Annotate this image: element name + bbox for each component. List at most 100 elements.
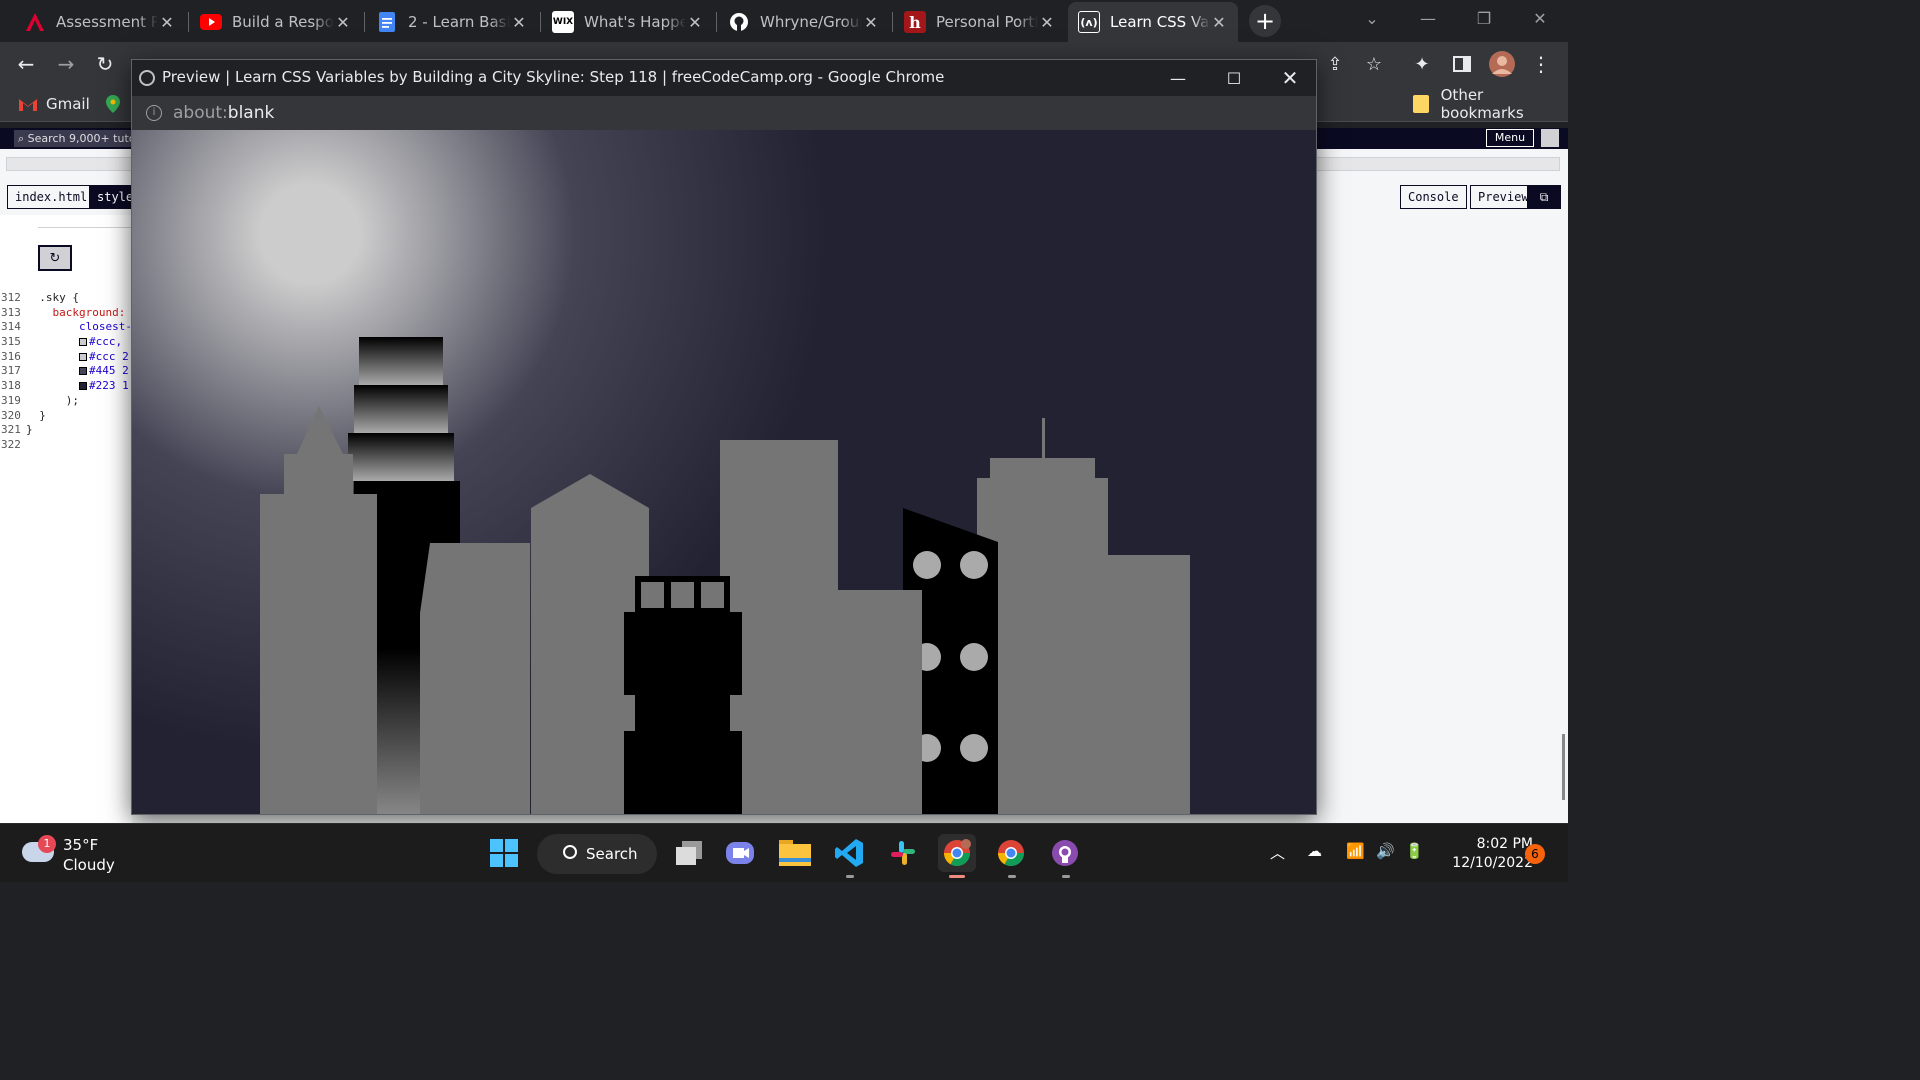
volume-icon[interactable]: 🔊 bbox=[1376, 842, 1395, 860]
weather-widget[interactable]: 1 35°F Cloudy bbox=[22, 834, 162, 874]
minimize-icon[interactable]: — bbox=[1400, 0, 1456, 36]
line-number: 321 bbox=[1, 423, 21, 437]
popup-minimize-icon[interactable]: — bbox=[1150, 60, 1206, 96]
slack-icon[interactable] bbox=[884, 834, 922, 872]
teams-chat-icon[interactable] bbox=[722, 834, 760, 872]
tab-search-icon[interactable]: ⌄ bbox=[1344, 0, 1400, 36]
close-tab-icon[interactable]: ✕ bbox=[1038, 13, 1056, 32]
vscode-icon[interactable] bbox=[830, 834, 868, 872]
info-icon[interactable]: i bbox=[146, 105, 162, 121]
close-tab-icon[interactable]: ✕ bbox=[334, 13, 352, 32]
code-text: closest- bbox=[26, 320, 132, 334]
close-tab-icon[interactable]: ✕ bbox=[1210, 13, 1228, 32]
search-placeholder: Search 9,000+ tutorials bbox=[27, 132, 132, 145]
bookmark-gmail[interactable]: Gmail bbox=[18, 92, 90, 116]
close-tab-icon[interactable]: ✕ bbox=[686, 13, 704, 32]
profile-avatar[interactable] bbox=[1488, 50, 1516, 78]
google-maps-icon bbox=[106, 95, 120, 113]
line-number: 320 bbox=[1, 408, 21, 422]
bookmark-maps[interactable] bbox=[106, 92, 120, 116]
code-value: #445 2 bbox=[88, 364, 129, 378]
popup-title: Preview | Learn CSS Variables by Buildin… bbox=[162, 68, 945, 86]
fcc-menu-button[interactable]: Menu bbox=[1486, 129, 1534, 147]
popup-address-bar[interactable]: i about:blank bbox=[132, 96, 1316, 130]
running-indicator bbox=[1008, 875, 1016, 878]
tab-assessment[interactable]: Assessment Pr ✕ bbox=[14, 2, 186, 42]
code-line: 312 .sky { bbox=[0, 291, 132, 306]
bookmark-star-icon[interactable]: ☆ bbox=[1360, 50, 1388, 78]
popup-maximize-icon[interactable]: ☐ bbox=[1206, 60, 1262, 96]
reset-icon[interactable]: ↻ bbox=[38, 245, 72, 271]
code-lines: 312 .sky {313 background: 314 closest- 315… bbox=[0, 291, 132, 453]
round-window bbox=[960, 643, 988, 671]
black-building-waist bbox=[635, 695, 730, 731]
code-value: #ccc 2 bbox=[88, 349, 129, 363]
close-window-icon[interactable]: ✕ bbox=[1512, 0, 1568, 36]
line-number: 319 bbox=[1, 393, 21, 407]
tab-title: What's Happer bbox=[584, 13, 686, 31]
tab-whats-happening[interactable]: WIX What's Happer ✕ bbox=[542, 2, 714, 42]
tab-title: Learn CSS Varia bbox=[1110, 13, 1210, 31]
file-explorer-icon[interactable] bbox=[776, 834, 814, 872]
share-icon[interactable]: ⇪ bbox=[1321, 50, 1349, 78]
code-editor[interactable]: ↻ 312 .sky {313 background: 314 closest- 3… bbox=[0, 215, 132, 825]
browser-menu-icon[interactable]: ⋮ bbox=[1527, 50, 1555, 78]
forward-icon[interactable]: → bbox=[52, 50, 80, 78]
clock[interactable]: 8:02 PM 12/10/2022 bbox=[1443, 835, 1533, 873]
console-button[interactable]: Console bbox=[1400, 185, 1467, 209]
city-skyline-preview bbox=[132, 130, 1316, 814]
task-view-icon[interactable] bbox=[670, 834, 708, 872]
tab-personal-portfolio[interactable]: h Personal Portfc ✕ bbox=[894, 2, 1066, 42]
right-short-building bbox=[1108, 555, 1190, 814]
chrome-icon[interactable] bbox=[992, 834, 1030, 872]
page-scrollbar[interactable] bbox=[1562, 734, 1565, 800]
popout-preview-icon[interactable]: ⧉ bbox=[1527, 185, 1561, 209]
close-tab-icon[interactable]: ✕ bbox=[510, 13, 528, 32]
running-indicator bbox=[846, 875, 854, 878]
code-text: } bbox=[26, 423, 33, 437]
show-hidden-icons-icon[interactable]: ︿ bbox=[1270, 842, 1285, 863]
slanted-building bbox=[420, 543, 530, 814]
popup-close-icon[interactable]: ✕ bbox=[1262, 60, 1316, 96]
onedrive-icon[interactable]: ☁ bbox=[1307, 842, 1322, 860]
globe-icon bbox=[139, 70, 155, 86]
line-number: 313 bbox=[1, 305, 21, 319]
moon bbox=[268, 192, 352, 276]
taskbar-search[interactable]: Search bbox=[537, 834, 657, 874]
side-panel-icon[interactable] bbox=[1448, 50, 1476, 78]
line-number: 314 bbox=[1, 320, 21, 334]
tab-learn-basic[interactable]: 2 - Learn Basic ✕ bbox=[366, 2, 538, 42]
close-tab-icon[interactable]: ✕ bbox=[862, 13, 880, 32]
fcc-avatar[interactable] bbox=[1541, 129, 1559, 147]
freecodecamp-icon: (ʌ) bbox=[1078, 11, 1100, 33]
notification-badge[interactable]: 6 bbox=[1525, 844, 1545, 864]
other-bookmarks[interactable]: Other bookmarks bbox=[1413, 86, 1568, 122]
tab-build-responsive[interactable]: Build a Respon ✕ bbox=[190, 2, 362, 42]
wix-icon: WIX bbox=[552, 11, 574, 33]
tab-learn-css-variables[interactable]: (ʌ) Learn CSS Varia ✕ bbox=[1068, 2, 1238, 42]
tab-title: 2 - Learn Basic bbox=[408, 13, 510, 31]
clock-time: 8:02 PM bbox=[1476, 836, 1533, 852]
github-desktop-icon[interactable] bbox=[1046, 834, 1084, 872]
file-tab-index-html[interactable]: index.html bbox=[7, 185, 96, 209]
weather-badge: 1 bbox=[38, 835, 56, 853]
new-tab-button[interactable]: + bbox=[1249, 5, 1281, 37]
fcc-search-input[interactable]: ⌕ Search 9,000+ tutorials bbox=[14, 130, 132, 147]
code-line: 318 #223 1 bbox=[0, 379, 132, 394]
line-number: 316 bbox=[1, 349, 21, 363]
extensions-icon[interactable]: ✦ bbox=[1408, 50, 1436, 78]
color-swatch bbox=[78, 382, 87, 391]
battery-icon[interactable]: 🔋 bbox=[1405, 842, 1424, 860]
code-text: #ccc, bbox=[26, 335, 122, 350]
wifi-icon[interactable]: 📶 bbox=[1346, 842, 1365, 860]
color-swatch bbox=[78, 352, 87, 361]
popup-url: about:blank bbox=[173, 103, 274, 123]
chrome-profile-icon[interactable] bbox=[938, 834, 976, 872]
reload-icon[interactable]: ↻ bbox=[91, 50, 119, 78]
back-icon[interactable]: ← bbox=[12, 50, 40, 78]
restore-icon[interactable]: ❐ bbox=[1456, 0, 1512, 36]
tab-github-group[interactable]: Whryne/Group ✕ bbox=[718, 2, 890, 42]
close-tab-icon[interactable]: ✕ bbox=[158, 13, 176, 32]
windows-start-icon[interactable] bbox=[485, 834, 523, 872]
code-text: #445 2 bbox=[26, 364, 129, 379]
